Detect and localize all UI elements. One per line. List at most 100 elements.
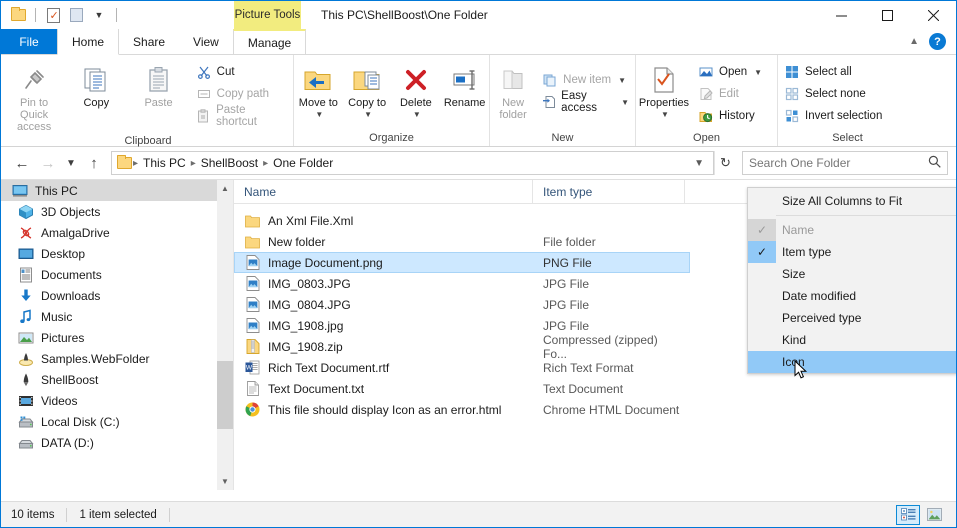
breadcrumb-dropdown-icon[interactable]: ▼ bbox=[689, 158, 709, 169]
column-header-item-type[interactable]: Item type bbox=[533, 179, 685, 204]
view-buttons bbox=[896, 504, 946, 525]
select-none-button[interactable]: Select none bbox=[778, 83, 888, 105]
properties-button[interactable]: Properties ▼ bbox=[636, 59, 692, 121]
new-item-button[interactable]: New item ▼ bbox=[536, 69, 635, 91]
help-icon[interactable]: ? bbox=[929, 33, 946, 50]
breadcrumb-item-this-pc[interactable]: This PC bbox=[139, 156, 190, 170]
ribbon-tab-strip-right: ▲ ? bbox=[909, 29, 956, 54]
copy-to-button[interactable]: Copy to ▼ bbox=[343, 59, 392, 121]
open-icon bbox=[698, 64, 714, 80]
breadcrumb-item-shellboost[interactable]: ShellBoost bbox=[197, 156, 262, 170]
scroll-up-arrow-icon[interactable]: ▲ bbox=[217, 180, 233, 197]
tab-view[interactable]: View bbox=[179, 29, 233, 54]
new-folder-button[interactable]: New folder bbox=[490, 59, 536, 121]
table-row[interactable]: This file should display Icon as an erro… bbox=[234, 399, 956, 420]
open-caret-icon[interactable]: ▼ bbox=[754, 68, 762, 77]
tab-file[interactable]: File bbox=[1, 29, 57, 54]
properties-caret-icon[interactable]: ▼ bbox=[661, 109, 669, 121]
delete-caret-icon[interactable]: ▼ bbox=[413, 109, 421, 121]
copy-button[interactable]: Copy bbox=[65, 59, 127, 109]
minimize-button[interactable] bbox=[818, 1, 864, 29]
sidebar-item-amalgadrive[interactable]: AmalgaDrive bbox=[1, 222, 233, 243]
pin-to-quick-access-button[interactable]: Pin to Quick access bbox=[3, 59, 65, 133]
scrollbar-track[interactable] bbox=[217, 197, 233, 473]
sidebar-item-videos[interactable]: Videos bbox=[1, 390, 233, 411]
sidebar-item-this-pc[interactable]: This PC bbox=[1, 180, 233, 201]
scrollbar-thumb[interactable] bbox=[217, 361, 233, 429]
sidebar-item-downloads[interactable]: Downloads bbox=[1, 285, 233, 306]
menu-item-size[interactable]: Size bbox=[748, 263, 956, 285]
collapse-ribbon-icon[interactable]: ▲ bbox=[909, 36, 919, 47]
easy-access-caret-icon[interactable]: ▼ bbox=[621, 98, 629, 107]
sidebar-item-music[interactable]: Music bbox=[1, 306, 233, 327]
back-button[interactable]: ← bbox=[9, 150, 35, 176]
details-view-button[interactable] bbox=[896, 504, 920, 525]
scroll-down-arrow-icon[interactable]: ▼ bbox=[217, 473, 233, 490]
paste-button[interactable]: Paste bbox=[127, 59, 189, 109]
window-controls bbox=[818, 1, 956, 29]
close-button[interactable] bbox=[910, 1, 956, 29]
sidebar-item-3d-objects[interactable]: 3D Objects bbox=[1, 201, 233, 222]
column-header-item-type-label: Item type bbox=[543, 184, 593, 199]
breadcrumb-item-one-folder[interactable]: One Folder bbox=[269, 156, 337, 170]
sidebar-item-documents[interactable]: Documents bbox=[1, 264, 233, 285]
file-type-cell: Rich Text Format bbox=[543, 360, 634, 375]
properties-icon[interactable]: ✓ bbox=[44, 6, 62, 24]
rename-button[interactable]: Rename bbox=[440, 59, 489, 109]
cut-button[interactable]: Cut bbox=[190, 61, 293, 83]
menu-item-date-modified[interactable]: Date modified bbox=[748, 285, 956, 307]
menu-item-size-all-columns-to-fit[interactable]: Size All Columns to Fit bbox=[748, 190, 956, 212]
new-folder-icon[interactable] bbox=[67, 6, 85, 24]
sidebar-item-desktop[interactable]: Desktop bbox=[1, 243, 233, 264]
menu-item-icon[interactable]: Icon bbox=[748, 351, 956, 373]
sidebar-label: Downloads bbox=[41, 288, 101, 303]
navigation-pane-scrollbar[interactable]: ▲ ▼ bbox=[217, 180, 233, 490]
menu-item-item-type[interactable]: ✓ Item type bbox=[748, 241, 956, 263]
select-all-button[interactable]: Select all bbox=[778, 61, 888, 83]
documents-icon bbox=[17, 266, 34, 283]
table-row[interactable]: Image Document.png PNG File bbox=[234, 252, 690, 273]
menu-item-name[interactable]: ✓ Name bbox=[748, 219, 956, 241]
menu-item-kind[interactable]: Kind bbox=[748, 329, 956, 351]
status-divider bbox=[66, 507, 68, 522]
folder-icon[interactable] bbox=[9, 6, 27, 24]
easy-access-button[interactable]: Easy access ▼ bbox=[536, 90, 635, 114]
menu-item-perceived-type[interactable]: Perceived type bbox=[748, 307, 956, 329]
status-divider-2 bbox=[168, 507, 170, 522]
refresh-button[interactable]: ↻ bbox=[714, 151, 736, 175]
paste-shortcut-button[interactable]: Paste shortcut bbox=[190, 104, 293, 128]
move-to-button[interactable]: Move to ▼ bbox=[294, 59, 343, 121]
table-row[interactable]: Text Document.txt Text Document bbox=[234, 378, 956, 399]
file-explorer-window: ✓ ▼ Picture Tools This PC\ShellBoost\One… bbox=[0, 0, 957, 528]
tab-share[interactable]: Share bbox=[119, 29, 179, 54]
forward-button[interactable]: → bbox=[35, 150, 61, 176]
rename-icon bbox=[450, 63, 480, 97]
recent-locations-button[interactable]: ▼ bbox=[61, 150, 81, 176]
edit-button[interactable]: Edit bbox=[692, 83, 768, 105]
delete-button[interactable]: Delete ▼ bbox=[392, 59, 441, 121]
copy-to-caret-icon[interactable]: ▼ bbox=[364, 109, 372, 121]
copy-path-button[interactable]: Copy path bbox=[190, 83, 293, 105]
new-item-caret-icon[interactable]: ▼ bbox=[618, 76, 626, 85]
sidebar-item-pictures[interactable]: Pictures bbox=[1, 327, 233, 348]
history-button[interactable]: History bbox=[692, 105, 768, 127]
sidebar-item-data-disk-d[interactable]: DATA (D:) bbox=[1, 432, 233, 453]
tab-home[interactable]: Home bbox=[57, 29, 120, 55]
column-header-name[interactable]: Name bbox=[234, 179, 533, 204]
search-input[interactable]: Search One Folder bbox=[742, 151, 948, 175]
paste-icon bbox=[146, 63, 172, 97]
up-button[interactable]: ↑ bbox=[81, 150, 107, 176]
maximize-button[interactable] bbox=[864, 1, 910, 29]
sidebar-item-samples-webfolder[interactable]: Samples.WebFolder bbox=[1, 348, 233, 369]
sidebar-item-local-disk-c[interactable]: Local Disk (C:) bbox=[1, 411, 233, 432]
large-icons-view-button[interactable] bbox=[922, 505, 946, 525]
breadcrumb[interactable]: ▸ This PC ▸ ShellBoost ▸ One Folder ▼ bbox=[111, 151, 714, 175]
open-button[interactable]: Open ▼ bbox=[692, 61, 768, 83]
menu-separator bbox=[776, 215, 956, 216]
invert-selection-button[interactable]: Invert selection bbox=[778, 105, 888, 127]
sidebar-item-shellboost[interactable]: ShellBoost bbox=[1, 369, 233, 390]
move-to-caret-icon[interactable]: ▼ bbox=[315, 109, 323, 121]
customize-caret-icon[interactable]: ▼ bbox=[90, 6, 108, 24]
tab-manage[interactable]: Manage bbox=[232, 29, 307, 54]
copy-to-label: Copy to bbox=[348, 97, 387, 109]
